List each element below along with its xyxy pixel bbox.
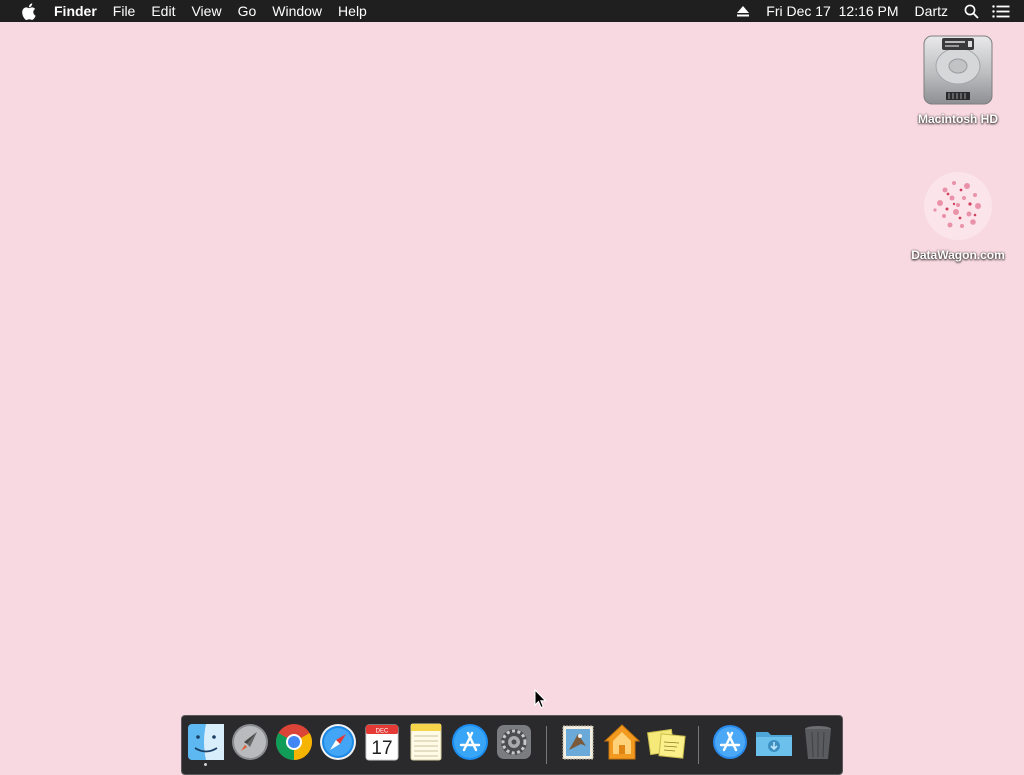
menu-edit[interactable]: Edit <box>143 0 183 22</box>
clock[interactable]: Fri Dec 17 12:16 PM <box>758 0 906 22</box>
disk-image-icon <box>920 168 996 244</box>
home-icon[interactable] <box>602 722 642 762</box>
menu-app-finder[interactable]: Finder <box>46 0 105 22</box>
downloads-folder-icon[interactable] <box>754 722 794 762</box>
calendar-icon[interactable]: DEC 17 <box>362 722 402 762</box>
mail-icon[interactable] <box>558 722 598 762</box>
system-preferences-icon[interactable] <box>494 722 534 762</box>
menu-view[interactable]: View <box>183 0 229 22</box>
safari-icon[interactable] <box>318 722 358 762</box>
mouse-cursor-icon <box>534 688 548 709</box>
finder-running-indicator <box>204 763 207 766</box>
launchpad-icon[interactable] <box>230 722 270 762</box>
trash-icon[interactable] <box>798 722 838 762</box>
dock-separator <box>546 726 547 764</box>
dock: DEC 17 <box>181 715 843 775</box>
notes-icon[interactable] <box>406 722 446 762</box>
stickies-icon[interactable] <box>646 722 686 762</box>
dock-separator <box>698 726 699 764</box>
desktop-icon-label: DataWagon.com <box>911 248 1005 262</box>
finder-icon[interactable] <box>186 722 226 762</box>
calendar-day: 17 <box>371 738 392 759</box>
desktop-icon-datawagon[interactable]: DataWagon.com <box>903 168 1013 262</box>
spotlight-search-icon[interactable] <box>960 0 982 22</box>
eject-icon[interactable] <box>732 0 754 22</box>
menu-go[interactable]: Go <box>230 0 265 22</box>
menu-bar: Finder File Edit View Go Window Help Fri… <box>0 0 1024 22</box>
menu-help[interactable]: Help <box>330 0 375 22</box>
apple-icon[interactable] <box>17 0 39 22</box>
app-store-icon[interactable] <box>450 722 490 762</box>
hard-drive-icon <box>920 32 996 108</box>
calendar-month: DEC <box>376 729 389 735</box>
chrome-icon[interactable] <box>274 722 314 762</box>
user-menu[interactable]: Dartz <box>907 0 956 22</box>
desktop-icon-macintosh-hd[interactable]: Macintosh HD <box>903 32 1013 126</box>
desktop-icon-label: Macintosh HD <box>917 112 998 126</box>
menu-window[interactable]: Window <box>264 0 330 22</box>
notification-center-icon[interactable] <box>990 0 1012 22</box>
menu-file[interactable]: File <box>105 0 144 22</box>
applications-folder-icon[interactable] <box>710 722 750 762</box>
